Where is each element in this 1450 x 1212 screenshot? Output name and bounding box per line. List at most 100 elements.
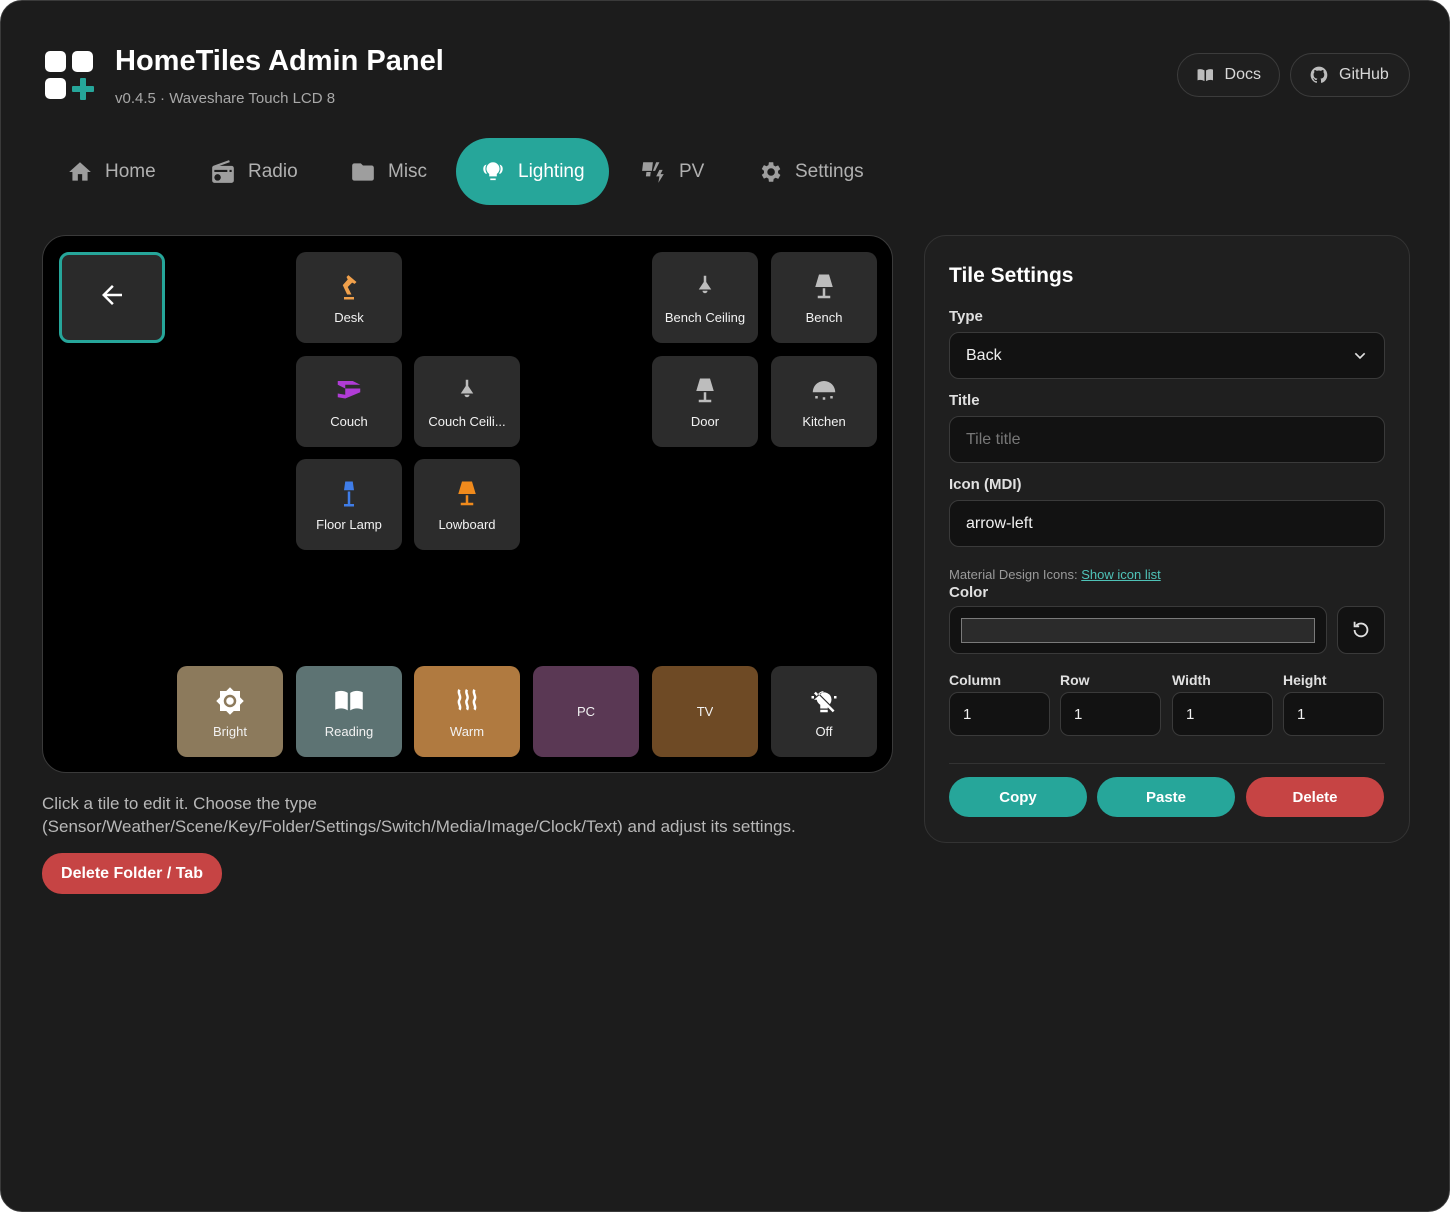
tile-warm[interactable]: Warm [414,666,520,757]
tab-label: Misc [388,160,428,182]
tile-label: Reading [324,724,374,739]
tab-settings[interactable]: Settings [743,138,878,205]
docs-label: Docs [1224,66,1261,83]
floor-lamp-icon [344,481,354,507]
ceiling-light-icon [698,275,712,294]
tile-pc[interactable]: PC [533,666,639,757]
home-icon [69,161,91,181]
chevron-down-icon [1354,352,1366,360]
tile-back[interactable] [59,252,165,343]
icon-label: Icon (MDI) [949,476,1022,493]
lightbulb-group-icon [483,161,503,180]
tile-settings-panel: Tile Settings Type Back Title Tile title… [924,235,1410,843]
tab-label: PV [679,160,705,182]
tile-lowboard[interactable]: Lowboard [414,459,520,550]
height-label: Height [1283,672,1327,688]
tile-label: Couch [330,414,368,429]
tile-bench[interactable]: Bench [771,252,877,343]
radio-icon [212,159,234,183]
tile-off[interactable]: Off [771,666,877,757]
tile-label: Desk [334,310,364,325]
lamp-icon [458,481,476,506]
tab-label: Lighting [518,160,585,182]
title-label: Title [949,392,980,409]
divider [949,763,1385,764]
app-subtitle: v0.4.5 · Waveshare Touch LCD 8 [115,90,336,107]
tile-canvas: Desk Bench Ceiling Bench Couch Couch Cei… [42,235,893,773]
tab-label: Radio [248,160,298,182]
tab-pv[interactable]: PV [627,138,718,205]
height-input[interactable]: 1 [1283,692,1384,736]
tile-floor-lamp[interactable]: Floor Lamp [296,459,402,550]
app-logo-icon [45,51,94,100]
brightness-icon [216,687,244,715]
tile-reading[interactable]: Reading [296,666,402,757]
refresh-icon [1353,621,1369,638]
tab-radio[interactable]: Radio [196,138,312,205]
tile-bench-ceiling[interactable]: Bench Ceiling [652,252,758,343]
lamp-icon [696,378,714,403]
app-window: HomeTiles Admin Panel v0.4.5 · Waveshare… [0,0,1450,1212]
copy-button[interactable]: Copy [949,777,1087,817]
tile-label: Bright [213,724,247,739]
column-label: Column [949,672,1002,688]
lightbulb-off-icon [811,691,837,713]
tile-label: TV [696,704,714,719]
tile-label: Kitchen [802,414,846,429]
tile-door[interactable]: Door [652,356,758,447]
docs-button[interactable]: Docs [1177,53,1280,97]
arrow-left-icon [102,284,122,305]
hint-prefix: Material Design Icons: [949,567,1082,582]
tile-desk[interactable]: Desk [296,252,402,343]
tile-label: PC [576,704,596,719]
tab-lighting[interactable]: Lighting [456,138,609,205]
tile-label: Warm [449,724,485,739]
width-label: Width [1172,672,1211,688]
github-icon [1310,66,1328,83]
reset-color-button[interactable] [1337,606,1385,654]
tile-couch[interactable]: Couch [296,356,402,447]
solar-panel-icon [642,161,664,183]
app-title: HomeTiles Admin Panel [115,45,444,77]
width-input[interactable]: 1 [1172,692,1273,736]
tile-kitchen[interactable]: Kitchen [771,356,877,447]
gear-icon [761,161,781,182]
book-open-icon [335,690,363,711]
paste-button[interactable]: Paste [1097,777,1235,817]
folder-icon [352,162,374,181]
delete-folder-button[interactable]: Delete Folder / Tab [42,853,222,894]
github-button[interactable]: GitHub [1290,53,1410,97]
tab-misc[interactable]: Misc [336,138,441,205]
tab-home[interactable]: Home [53,138,170,205]
tile-bright[interactable]: Bright [177,666,283,757]
desk-lamp-icon [342,275,357,300]
color-picker[interactable] [949,606,1327,654]
row-input[interactable]: 1 [1060,692,1161,736]
tile-couch-ceiling[interactable]: Couch Ceili... [414,356,520,447]
type-select[interactable]: Back [949,332,1385,379]
icon-input[interactable]: arrow-left [949,500,1385,547]
color-swatch[interactable] [961,618,1315,643]
column-input[interactable]: 1 [949,692,1050,736]
heat-waves-icon [457,689,477,711]
tile-tv[interactable]: TV [652,666,758,757]
title-input[interactable]: Tile title [949,416,1385,463]
delete-tile-button[interactable]: Delete [1246,777,1384,817]
row-label: Row [1060,672,1090,688]
panel-title: Tile Settings [949,264,1074,287]
tab-label: Home [105,160,156,182]
help-text: Click a tile to edit it. Choose the type… [42,794,796,836]
ceiling-light-icon [460,379,474,398]
show-icon-list-link[interactable]: Show icon list [1081,567,1160,582]
icon-hint: Material Design Icons: Show icon list [949,567,1161,582]
github-label: GitHub [1339,66,1389,83]
tile-label: Couch Ceili... [428,414,506,429]
tab-label: Settings [795,160,864,182]
lamp-icon [815,274,833,299]
tile-label: Bench [805,310,843,325]
tile-label: Floor Lamp [316,517,382,532]
led-strip-icon [337,381,361,399]
tile-label: Door [690,414,720,429]
tile-label: Lowboard [438,517,496,532]
color-label: Color [949,584,989,601]
